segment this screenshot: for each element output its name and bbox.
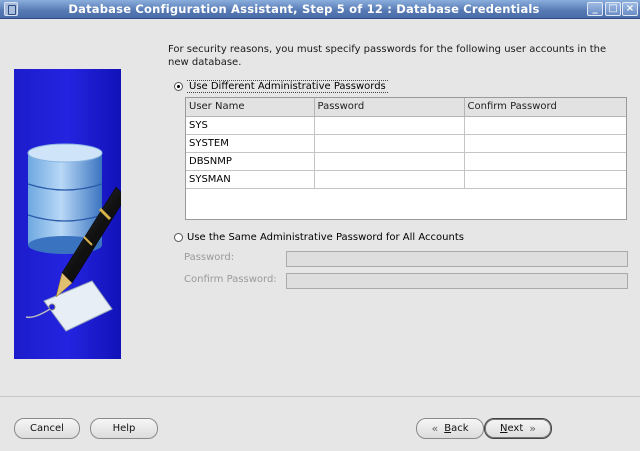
database-pen-illustration (25, 143, 121, 332)
double-chevron-right-icon: » (529, 422, 537, 435)
intro-text: For security reasons, you must specify p… (168, 44, 607, 68)
footer-separator (0, 396, 640, 397)
confirm-password-input[interactable] (286, 273, 628, 289)
next-button[interactable]: Next » (484, 418, 552, 439)
credentials-table: User Name Password Confirm Password SYS … (185, 97, 627, 220)
confirm-password-cell[interactable] (463, 151, 626, 171)
password-cell[interactable] (313, 115, 465, 135)
confirm-password-cell[interactable] (463, 115, 626, 135)
price-tag-icon (25, 280, 113, 332)
use-same-password-option[interactable]: Use the Same Administrative Password for… (174, 232, 464, 243)
password-input[interactable] (286, 251, 628, 267)
password-cell[interactable] (313, 169, 465, 189)
table-row: DBSNMP (186, 151, 626, 171)
table-row: SYS (186, 115, 626, 135)
table-header-row: User Name Password Confirm Password (186, 98, 626, 117)
confirm-password-cell[interactable] (463, 133, 626, 153)
password-cell[interactable] (313, 151, 465, 171)
cancel-button[interactable]: Cancel (14, 418, 80, 439)
radio-same-password[interactable] (174, 233, 183, 242)
window-title: Database Configuration Assistant, Step 5… (68, 2, 540, 16)
use-different-passwords-option[interactable]: Use Different Administrative Passwords (174, 80, 388, 93)
app-icon[interactable] (4, 2, 18, 16)
password-label: Password: (184, 252, 235, 263)
user-name-cell: SYSTEM (186, 133, 315, 153)
user-name-cell: DBSNMP (186, 151, 315, 171)
confirm-password-label: Confirm Password: (184, 274, 277, 285)
use-same-password-label: Use the Same Administrative Password for… (187, 232, 464, 243)
column-header-user-name: User Name (186, 98, 315, 117)
close-button[interactable]: × (622, 2, 638, 16)
table-row: SYSMAN (186, 169, 626, 189)
maximize-button[interactable]: □ (605, 2, 621, 16)
radio-different-passwords[interactable] (174, 82, 183, 91)
back-button-label: Back (444, 423, 469, 434)
use-different-passwords-label: Use Different Administrative Passwords (187, 80, 388, 93)
wizard-illustration (14, 69, 121, 359)
user-name-cell: SYS (186, 115, 315, 135)
confirm-password-cell[interactable] (463, 169, 626, 189)
double-chevron-left-icon: « (431, 422, 439, 435)
minimize-button[interactable]: _ (587, 2, 603, 16)
user-name-cell: SYSMAN (186, 169, 315, 189)
column-header-confirm-password: Confirm Password (463, 98, 626, 117)
password-cell[interactable] (313, 133, 465, 153)
table-row: SYSTEM (186, 133, 626, 153)
help-button[interactable]: Help (90, 418, 158, 439)
back-button[interactable]: « Back (416, 418, 484, 439)
window-titlebar: Database Configuration Assistant, Step 5… (0, 0, 640, 19)
next-button-label: Next (499, 423, 524, 434)
column-header-password: Password (313, 98, 465, 117)
